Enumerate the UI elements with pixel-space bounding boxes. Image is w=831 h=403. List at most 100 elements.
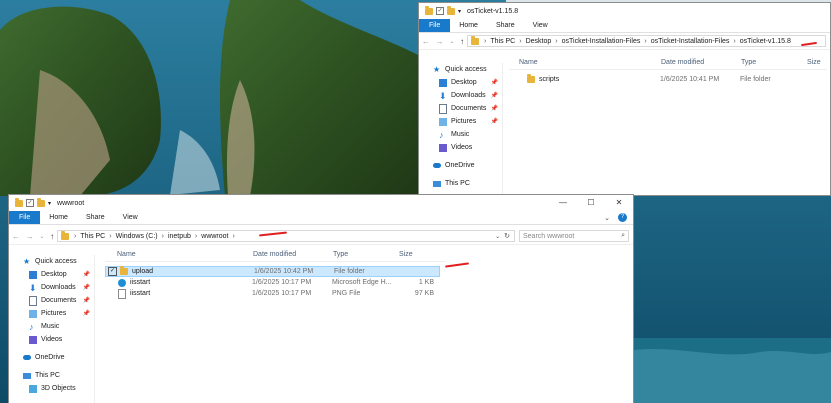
pin-icon[interactable]: 📌 (491, 92, 498, 99)
breadcrumb-osticket-files-2[interactable]: osTicket-Installation-Files (651, 38, 730, 45)
nav-desktop[interactable]: Desktop 📌 (419, 76, 502, 89)
nav-documents[interactable]: Documents 📌 (419, 102, 502, 115)
nav-documents[interactable]: Documents 📌 (9, 294, 94, 307)
column-type[interactable]: Type (333, 251, 399, 258)
pin-icon[interactable]: 📌 (83, 284, 90, 291)
nav-pictures[interactable]: Pictures 📌 (9, 307, 94, 320)
file-name: upload (132, 268, 154, 275)
nav-quick-access[interactable]: ★ Quick access (419, 63, 502, 76)
pin-icon[interactable]: 📌 (491, 79, 498, 86)
nav-3d-objects[interactable]: 3D Objects (9, 382, 94, 395)
tab-file[interactable]: File (9, 211, 41, 224)
crumb-separator: › (519, 37, 522, 45)
properties-icon[interactable]: ✓ (26, 199, 34, 207)
nav-pictures[interactable]: Pictures 📌 (419, 115, 502, 128)
tab-home[interactable]: Home (40, 211, 77, 224)
column-size[interactable]: Size (807, 59, 821, 66)
breadcrumb-this-pc[interactable]: This PC (490, 38, 515, 45)
back-arrow-icon[interactable]: ← (12, 232, 20, 241)
breadcrumb-windows-c[interactable]: Windows (C:) (116, 233, 158, 240)
star-icon: ★ (433, 64, 441, 74)
address-bar[interactable]: › This PC › Desktop › osTicket-Installat… (467, 35, 826, 47)
forward-arrow-icon[interactable]: → (26, 232, 34, 241)
breadcrumb-osticket-files-1[interactable]: osTicket-Installation-Files (562, 38, 641, 45)
recent-dropdown-icon[interactable]: ⌄ (449, 38, 454, 45)
videos-icon (439, 143, 447, 152)
refresh-icon[interactable]: ↻ (504, 232, 510, 240)
nav-music[interactable]: ♪ Music (419, 128, 502, 141)
pin-icon[interactable]: 📌 (83, 271, 90, 278)
table-row[interactable]: scripts 1/6/2025 10:41 PM File folder (509, 74, 827, 85)
nav-this-pc[interactable]: This PC (9, 369, 94, 382)
expand-ribbon-icon[interactable]: ⌄ (604, 214, 610, 222)
row-checkbox[interactable]: ✓ (108, 267, 117, 276)
breadcrumb-osticket-version[interactable]: osTicket-v1.15.8 (740, 38, 791, 45)
file-list: Name Date modified Type Size scripts 1/6… (509, 55, 827, 85)
documents-icon (29, 295, 37, 306)
window-title: osTicket-v1.15.8 (467, 7, 519, 15)
file-date: 1/6/2025 10:41 PM (660, 76, 720, 83)
nav-music[interactable]: ♪ Music (9, 320, 94, 333)
breadcrumb-desktop[interactable]: Desktop (526, 38, 552, 45)
new-folder-icon[interactable] (447, 5, 455, 15)
back-arrow-icon[interactable]: ← (422, 37, 430, 46)
nav-label: Quick access (35, 258, 77, 265)
tab-view[interactable]: View (524, 19, 557, 32)
maximize-button[interactable]: ☐ (577, 195, 605, 211)
column-date-modified[interactable]: Date modified (253, 251, 333, 258)
nav-videos[interactable]: Videos (419, 141, 502, 154)
pin-icon[interactable]: 📌 (83, 297, 90, 304)
pin-icon[interactable]: 📌 (491, 105, 498, 112)
breadcrumb-this-pc[interactable]: This PC (80, 233, 105, 240)
address-dropdown-icon[interactable]: ⌄ (495, 233, 500, 240)
nav-this-pc[interactable]: This PC (419, 177, 502, 190)
table-row[interactable]: iisstart 1/6/2025 10:17 PM PNG File 97 K… (105, 288, 445, 299)
column-name[interactable]: Name (117, 251, 253, 258)
folder-icon (527, 74, 535, 83)
nav-quick-access[interactable]: ★ Quick access (9, 255, 94, 268)
up-arrow-icon[interactable]: ↑ (460, 37, 464, 46)
nav-onedrive[interactable]: OneDrive (9, 351, 94, 364)
up-arrow-icon[interactable]: ↑ (50, 232, 54, 241)
quick-access-dropdown-icon[interactable]: ▾ (458, 8, 461, 15)
breadcrumb-inetpub[interactable]: inetpub (168, 233, 191, 240)
close-button[interactable]: ✕ (605, 195, 633, 211)
nav-label: Downloads (451, 92, 486, 99)
tab-share[interactable]: Share (77, 211, 114, 224)
pin-icon[interactable]: 📌 (491, 118, 498, 125)
window-controls: — ☐ ✕ (549, 195, 633, 211)
folder-icon (15, 197, 23, 207)
desktop-icon (29, 270, 37, 279)
column-name[interactable]: Name (519, 59, 661, 66)
column-type[interactable]: Type (741, 59, 807, 66)
table-row[interactable]: iisstart 1/6/2025 10:17 PM Microsoft Edg… (105, 277, 445, 288)
tab-share[interactable]: Share (487, 19, 524, 32)
file-type: PNG File (332, 290, 361, 297)
nav-downloads[interactable]: ⬇ Downloads 📌 (9, 281, 94, 294)
search-input[interactable]: Search wwwroot ⌕ (519, 230, 629, 242)
tab-view[interactable]: View (114, 211, 147, 224)
file-size: 97 KB (414, 290, 434, 297)
breadcrumb-wwwroot[interactable]: wwwroot (201, 233, 228, 240)
table-row[interactable]: ✓ upload 1/6/2025 10:42 PM File folder (105, 266, 440, 277)
recent-dropdown-icon[interactable]: ⌄ (39, 233, 44, 240)
pin-icon[interactable]: 📌 (83, 310, 90, 317)
minimize-button[interactable]: — (549, 195, 577, 211)
properties-icon[interactable]: ✓ (436, 7, 444, 15)
tab-file[interactable]: File (419, 19, 451, 32)
pictures-icon (29, 309, 37, 318)
nav-videos[interactable]: Videos (9, 333, 94, 346)
quick-access-dropdown-icon[interactable]: ▾ (48, 200, 51, 207)
forward-arrow-icon[interactable]: → (436, 37, 444, 46)
column-date-modified[interactable]: Date modified (661, 59, 741, 66)
nav-downloads[interactable]: ⬇ Downloads 📌 (419, 89, 502, 102)
nav-desktop[interactable]: Desktop 📌 (9, 268, 94, 281)
new-folder-icon[interactable] (37, 197, 45, 207)
file-name: iisstart (130, 279, 151, 286)
folder-icon (425, 5, 433, 15)
nav-onedrive[interactable]: OneDrive (419, 159, 502, 172)
help-icon[interactable]: ? (618, 213, 627, 222)
column-size[interactable]: Size (399, 251, 413, 258)
address-row: ← → ⌄ ↑ › This PC › Desktop › osTicket-I… (419, 33, 830, 50)
tab-home[interactable]: Home (450, 19, 487, 32)
